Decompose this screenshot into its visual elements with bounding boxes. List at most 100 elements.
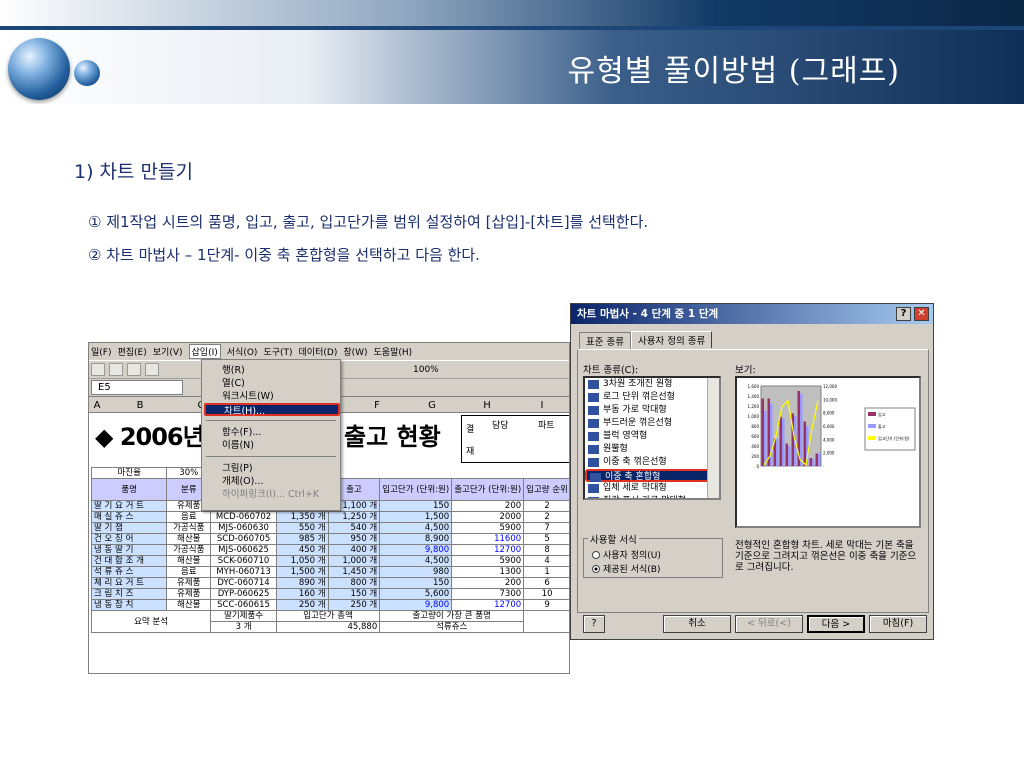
menu-file[interactable]: 일(F) [91,345,111,358]
table-cell[interactable]: 150 [379,500,453,512]
table-cell[interactable]: 12700 [451,599,525,611]
table-cell[interactable]: 건 대 합 조 개 [90,555,168,567]
tab-standard[interactable]: 표준 종류 [579,332,631,349]
table-cell[interactable]: 체 리 요 거 트 [90,577,168,589]
list-scrollbar[interactable] [707,378,719,498]
table-cell[interactable]: 160 개 [275,588,329,600]
table-cell[interactable]: 7 [523,522,569,534]
summary-label[interactable]: 요약 분석 [90,610,212,633]
deadline-label[interactable]: 마진율 [90,467,168,479]
table-cell[interactable]: 해산물 [166,599,212,611]
table-cell[interactable]: 890 개 [275,577,329,589]
next-button[interactable]: 다음 > [807,615,865,633]
table-cell[interactable]: 250 개 [275,599,329,611]
table-cell[interactable]: 1,500 [379,511,453,523]
table-cell[interactable]: 200 [451,500,525,512]
menu-item-column[interactable]: 열(C) [222,377,245,390]
chart-type-item[interactable]: 부드러운 꺾은선형 [585,417,719,430]
new-icon[interactable] [91,363,105,376]
name-box[interactable]: E5 [91,380,183,395]
zoom-box[interactable]: 100% [413,365,439,375]
tab-custom[interactable]: 사용자 정의 종류 [630,331,713,348]
chart-type-item[interactable]: 블럭 영역형 [585,430,719,443]
chart-type-item[interactable]: 이중 축 혼합형 [585,469,719,482]
table-cell[interactable]: DYP-060625 [210,588,277,600]
table-cell[interactable]: 950 개 [327,533,381,545]
table-cell[interactable]: DYC-060714 [210,577,277,589]
table-cell[interactable]: 석 류 쥬 스 [90,566,168,578]
table-cell[interactable]: 540 개 [327,522,381,534]
radio-builtin[interactable]: 제공된 서식(B) [592,562,660,575]
finish-button[interactable]: 마침(F) [869,615,927,633]
table-cell[interactable]: 냉 동 참 치 [90,599,168,611]
chart-type-item[interactable]: 3차원 조개진 원형 [585,378,719,391]
summary-head[interactable]: 출고량이 가장 큰 품명 [379,610,525,622]
help-button[interactable]: ? [583,615,605,633]
close-icon[interactable]: ✕ [914,307,929,321]
table-cell[interactable]: 985 개 [275,533,329,545]
table-cell[interactable]: 800 개 [327,577,381,589]
table-cell[interactable]: 5 [523,533,569,545]
table-cell[interactable]: 400 개 [327,544,381,556]
table-cell[interactable]: 1,350 개 [275,511,329,523]
menu-item-picture[interactable]: 그림(P) [222,462,253,475]
table-cell[interactable]: 1,500 개 [275,566,329,578]
menu-view[interactable]: 보기(V) [153,345,183,358]
menu-tools[interactable]: 도구(T) [263,345,292,358]
table-cell[interactable]: MCD-060702 [210,511,277,523]
col-f[interactable]: F [349,399,405,413]
menu-insert[interactable]: 삽입(I) [188,344,221,359]
table-cell[interactable]: 유제품 [166,588,212,600]
table-cell[interactable]: 2 [523,511,569,523]
menu-item-name[interactable]: 이름(N) [222,439,254,452]
table-cell[interactable]: 1,250 개 [327,511,381,523]
open-icon[interactable] [109,363,123,376]
table-cell[interactable]: 8 [523,544,569,556]
table-cell[interactable]: 5,600 [379,588,453,600]
table-cell[interactable]: 건 오 징 어 [90,533,168,545]
table-cell[interactable]: SCC-060615 [210,599,277,611]
summary-blank[interactable] [523,610,569,633]
table-cell[interactable]: 12700 [451,544,525,556]
table-cell[interactable]: 1,000 개 [327,555,381,567]
table-cell[interactable]: 가공식품 [166,522,212,534]
table-cell[interactable]: 4,500 [379,555,453,567]
chart-type-item[interactable]: 로그 단위 꺾은선형 [585,391,719,404]
menu-item-chart[interactable]: 차트(H)... [204,403,340,417]
table-cell[interactable]: 해산물 [166,533,212,545]
chart-type-item[interactable]: 원뿔형 [585,443,719,456]
table-cell[interactable]: 150 개 [327,588,381,600]
table-cell[interactable]: 해산물 [166,555,212,567]
menu-item-object[interactable]: 개체(O)... [222,475,263,488]
table-cell[interactable]: 가공식품 [166,544,212,556]
table-cell[interactable]: 1,450 개 [327,566,381,578]
summary-value[interactable]: 45,880 [275,621,381,633]
table-cell[interactable]: 9,800 [379,544,453,556]
table-cell[interactable]: SCD-060705 [210,533,277,545]
table-cell[interactable]: 크 림 치 즈 [90,588,168,600]
table-cell[interactable]: 1,050 개 [275,555,329,567]
preview-icon[interactable] [145,363,159,376]
table-cell[interactable]: 200 [451,577,525,589]
col-b[interactable]: B [105,399,175,413]
table-cell[interactable]: 5900 [451,555,525,567]
table-cell[interactable]: MJS-060630 [210,522,277,534]
table-cell[interactable]: 1300 [451,566,525,578]
table-cell[interactable]: 유제품 [166,577,212,589]
table-cell[interactable]: 250 개 [327,599,381,611]
header-cell[interactable]: 입고량 순위 [523,478,569,501]
menu-edit[interactable]: 편집(E) [117,345,146,358]
table-cell[interactable]: MJS-060625 [210,544,277,556]
table-cell[interactable]: 450 개 [275,544,329,556]
table-cell[interactable]: 딸 기 잼 [90,522,168,534]
col-a[interactable]: A [91,399,103,413]
menu-item-function[interactable]: 함수(F)... [222,426,261,439]
table-cell[interactable]: 7300 [451,588,525,600]
col-h[interactable]: H [459,399,515,413]
table-cell[interactable]: 11600 [451,533,525,545]
table-cell[interactable]: 4 [523,555,569,567]
table-cell[interactable]: 8,900 [379,533,453,545]
table-cell[interactable]: 딸 기 요 거 트 [90,500,168,512]
table-cell[interactable]: 10 [523,588,569,600]
table-cell[interactable]: 150 [379,577,453,589]
